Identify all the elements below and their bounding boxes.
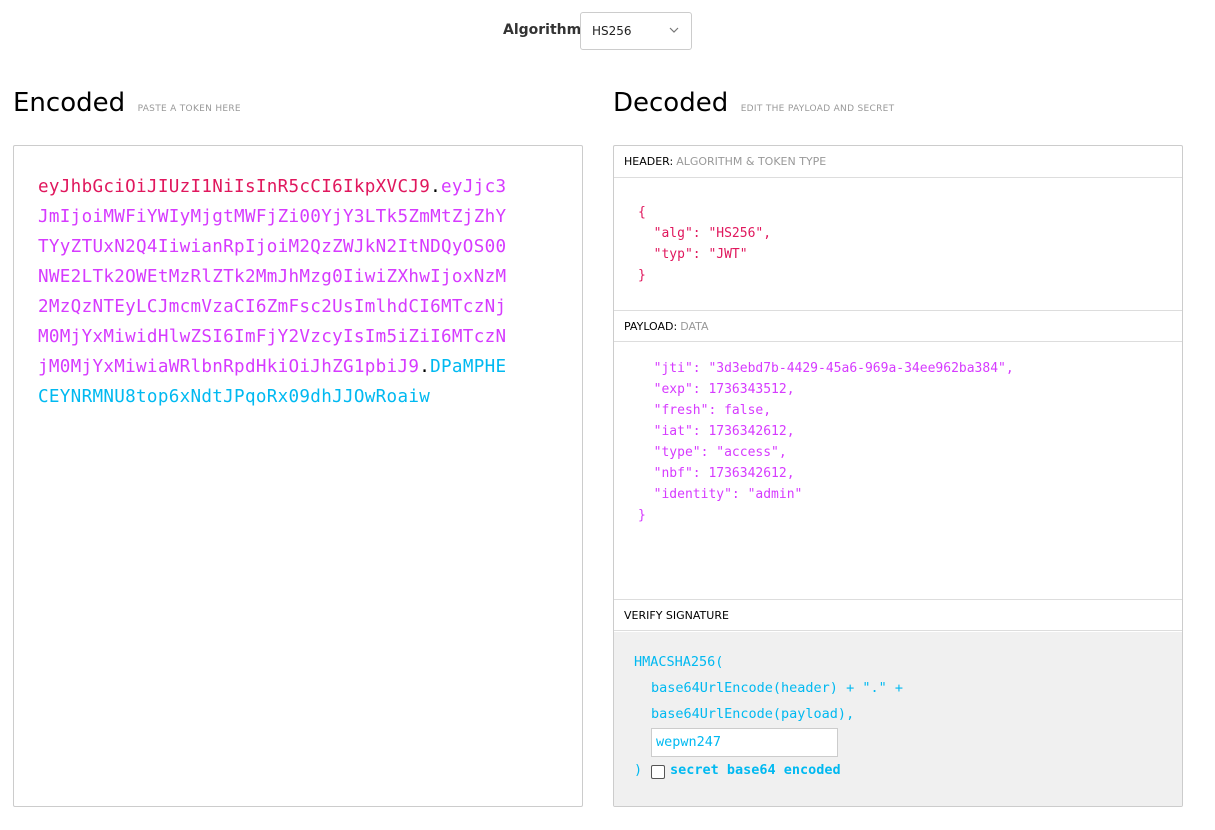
token-payload-part: eyJjc3JmIjoiMWFiYWIyMjgtMWFjZi00YjY3LTk5… — [38, 177, 507, 377]
decoded-subtitle: EDIT THE PAYLOAD AND SECRET — [740, 104, 895, 114]
token-dot: . — [419, 357, 431, 377]
payload-json-editor[interactable]: "jti": "3d3ebd7b-4429-45a6-969a-34ee962b… — [638, 358, 1014, 526]
header-section-title: HEADER: ALGORITHM & TOKEN TYPE — [614, 146, 1182, 178]
payload-section-sub: DATA — [680, 320, 709, 333]
verify-line-payload: base64UrlEncode(payload), — [651, 706, 855, 722]
algorithm-select[interactable]: HS256 — [580, 12, 692, 50]
verify-close-paren: ) — [634, 762, 643, 778]
verify-line-hmac: HMACSHA256( — [634, 654, 724, 670]
payload-section-label: PAYLOAD: — [624, 320, 678, 333]
secret-base64-label[interactable]: secret base64 encoded — [670, 762, 841, 778]
header-section-label: HEADER: — [624, 155, 674, 168]
verify-section-label: VERIFY SIGNATURE — [624, 609, 729, 622]
chevron-down-icon — [669, 27, 679, 33]
encoded-title: Encoded — [13, 88, 126, 118]
secret-input[interactable]: wepwn247 — [651, 728, 838, 757]
token-text[interactable]: eyJhbGciOiJIUzI1NiIsInR5cCI6IkpXVCJ9.eyJ… — [38, 172, 513, 412]
verify-section-title: VERIFY SIGNATURE — [614, 599, 1182, 631]
payload-section-title: PAYLOAD: DATA — [614, 310, 1182, 342]
token-header-part: eyJhbGciOiJIUzI1NiIsInR5cCI6IkpXVCJ9 — [38, 177, 431, 197]
header-section-sub: ALGORITHM & TOKEN TYPE — [676, 155, 827, 168]
encoded-token-editor[interactable]: eyJhbGciOiJIUzI1NiIsInR5cCI6IkpXVCJ9.eyJ… — [13, 145, 583, 807]
header-json-editor[interactable]: { "alg": "HS256", "typ": "JWT" } — [638, 202, 771, 286]
decoded-title: Decoded — [613, 88, 729, 118]
algorithm-selected-value: HS256 — [592, 24, 632, 38]
secret-base64-checkbox[interactable] — [651, 765, 665, 779]
token-dot: . — [430, 177, 442, 197]
decoded-heading: Decoded EDIT THE PAYLOAD AND SECRET — [613, 88, 894, 124]
verify-signature-body: HMACSHA256( base64UrlEncode(header) + ".… — [614, 632, 1182, 806]
decoded-panel: HEADER: ALGORITHM & TOKEN TYPE { "alg": "… — [613, 145, 1183, 807]
verify-line-header: base64UrlEncode(header) + "." + — [651, 680, 903, 696]
algorithm-row: Algorithm HS256 — [0, 12, 1215, 50]
encoded-heading: Encoded PASTE A TOKEN HERE — [13, 88, 241, 124]
encoded-subtitle: PASTE A TOKEN HERE — [137, 104, 241, 114]
algorithm-label: Algorithm — [503, 22, 582, 38]
